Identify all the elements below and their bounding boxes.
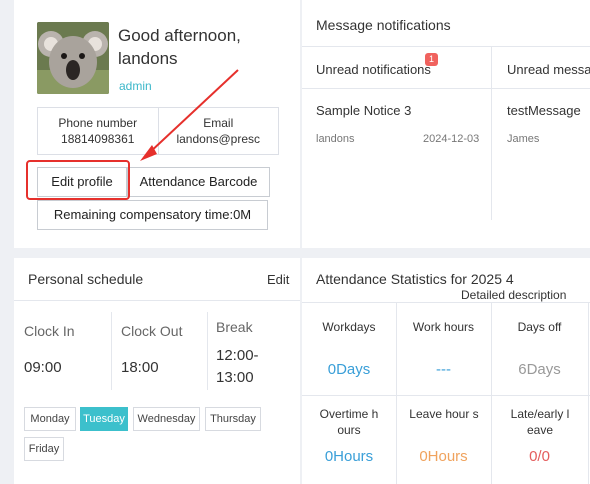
leave-hours-value: 0Hours: [419, 448, 468, 465]
divider: [14, 300, 300, 301]
notice-author: landons: [316, 133, 355, 145]
schedule-edit-link[interactable]: Edit: [267, 272, 289, 287]
divider: [491, 46, 492, 220]
unread-count-badge: 1: [425, 53, 438, 66]
message-author: James: [507, 133, 540, 145]
schedule-title: Personal schedule: [28, 271, 144, 287]
workdays-value: 0Days: [327, 361, 371, 378]
message-title[interactable]: testMessage: [507, 103, 581, 118]
divider: [302, 302, 590, 303]
leave-hours-label: Leave hour s: [409, 407, 479, 421]
break-label: Break: [216, 319, 253, 335]
divider: [302, 46, 590, 47]
tab-unread-notifications[interactable]: Unread notifications: [316, 62, 431, 77]
day-wednesday[interactable]: Wednesday: [133, 407, 200, 431]
work-hours-value: ---: [436, 361, 451, 378]
day-monday[interactable]: Monday: [24, 407, 76, 431]
late-early-leave-value: 0/0: [529, 448, 550, 465]
overtime-hours-label: Overtime h ours: [319, 407, 379, 437]
divider: [111, 312, 112, 390]
late-early-leave-label: Late/early l eave: [510, 407, 570, 437]
workdays-label: Workdays: [322, 320, 376, 334]
notice-title[interactable]: Sample Notice 3: [316, 103, 411, 118]
divider: [207, 312, 208, 390]
tab-unread-messages[interactable]: Unread messag: [507, 62, 590, 77]
messages-title: Message notifications: [316, 17, 451, 33]
messages-panel: [302, 0, 590, 248]
day-tuesday[interactable]: Tuesday: [80, 407, 128, 431]
clock-out-value: 18:00: [121, 359, 159, 376]
divider: [302, 88, 590, 89]
detailed-description-link[interactable]: Detailed description: [461, 288, 566, 302]
days-off-value: 6Days: [518, 361, 561, 378]
day-friday[interactable]: Friday: [24, 437, 64, 461]
divider: [588, 302, 589, 484]
days-off-label: Days off: [517, 320, 562, 334]
clock-out-label: Clock Out: [121, 323, 183, 339]
overtime-hours-value: 0Hours: [324, 448, 374, 465]
notice-date: 2024-12-03: [423, 133, 480, 145]
break-value: 12:00-13:00: [216, 347, 259, 386]
stats-title: Attendance Statistics for 2025 4: [316, 271, 514, 287]
clock-in-label: Clock In: [24, 323, 75, 339]
divider: [302, 395, 590, 396]
clock-in-value: 09:00: [24, 359, 62, 376]
work-hours-label: Work hours: [412, 320, 475, 334]
day-thursday[interactable]: Thursday: [205, 407, 261, 431]
